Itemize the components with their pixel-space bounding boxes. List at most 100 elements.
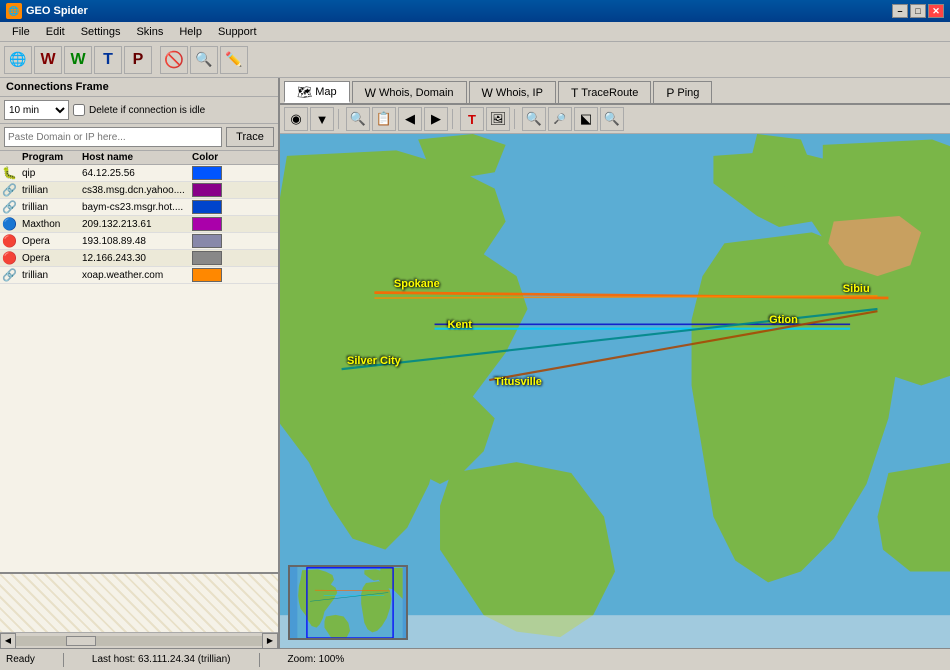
tab-traceroute[interactable]: TTraceRoute (558, 81, 651, 103)
toolbar-p-btn[interactable]: P (124, 46, 152, 74)
map-tool-copy[interactable]: 📋 (372, 107, 396, 131)
conn-host: 193.108.89.48 (82, 236, 192, 247)
map-tool-zoom-out[interactable]: 🔎 (548, 107, 572, 131)
scroll-thumb[interactable] (66, 636, 96, 646)
table-row[interactable]: 🔗trillianxoap.weather.com (0, 267, 278, 284)
col-icon (2, 152, 22, 163)
scroll-left-btn[interactable]: ◀ (0, 633, 16, 649)
conn-color (192, 217, 222, 231)
conn-icon: 🔴 (2, 251, 22, 265)
menu-item-skins[interactable]: Skins (128, 24, 171, 40)
conn-color (192, 166, 222, 180)
menu-bar: FileEditSettingsSkinsHelpSupport (0, 22, 950, 42)
title-bar: 🌐 GEO Spider – □ ✕ (0, 0, 950, 22)
map-toolbar: ◉ ▼ 🔍 📋 ◀ ▶ T 🖼 🔍 🔎 ⬕ 🔍 (280, 105, 950, 134)
map-tool-text[interactable]: T (460, 107, 484, 131)
conn-color (192, 251, 222, 265)
status-last-host: Last host: 63.111.24.34 (trillian) (92, 654, 231, 665)
time-select[interactable]: 10 min 5 min 1 min (4, 100, 69, 120)
map-sep-2 (452, 109, 456, 129)
map-area[interactable]: Spokane Kent Silver City Titusville Gtio… (280, 134, 950, 648)
map-tool-next[interactable]: ▶ (424, 107, 448, 131)
conn-host: xoap.weather.com (82, 270, 192, 281)
conn-icon: 🔗 (2, 268, 22, 282)
menu-item-help[interactable]: Help (171, 24, 210, 40)
conn-icon: 🔗 (2, 200, 22, 214)
conn-icon: 🐛 (2, 166, 22, 180)
conn-color (192, 200, 222, 214)
conn-host: 64.12.25.56 (82, 168, 192, 179)
toolbar-draw-btn[interactable]: ✏️ (220, 46, 248, 74)
conn-controls: 10 min 5 min 1 min Delete if connection … (0, 97, 278, 124)
table-row[interactable]: 🔵Maxthon209.132.213.61 (0, 216, 278, 233)
menu-item-support[interactable]: Support (210, 24, 265, 40)
minimize-button[interactable]: – (892, 4, 908, 18)
map-tool-prev[interactable]: ◀ (398, 107, 422, 131)
right-panel: 🗺MapWWhois, DomainWWhois, IPTTraceRouteP… (280, 78, 950, 648)
tab-label-whois-ip: Whois, IP (496, 87, 543, 99)
conn-program: Maxthon (22, 219, 82, 230)
map-tool-search[interactable]: 🔍 (346, 107, 370, 131)
conn-program: trillian (22, 270, 82, 281)
status-sep-1 (63, 653, 64, 667)
tab-icon-ping: P (666, 86, 674, 100)
menu-item-file[interactable]: File (4, 24, 38, 40)
tab-label-whois-domain: Whois, Domain (379, 87, 454, 99)
scroll-right-btn[interactable]: ▶ (262, 633, 278, 649)
trace-button[interactable]: Trace (226, 127, 274, 147)
toolbar-w1-btn[interactable]: W (34, 46, 62, 74)
maximize-button[interactable]: □ (910, 4, 926, 18)
tab-ping[interactable]: PPing (653, 81, 712, 103)
tab-label-traceroute: TraceRoute (581, 87, 638, 99)
conn-table-header: Program Host name Color (0, 151, 278, 165)
map-sep-3 (514, 109, 518, 129)
status-ready: Ready (6, 654, 35, 665)
table-row[interactable]: 🔗trilliancs38.msg.dcn.yahoo.... (0, 182, 278, 199)
mini-map (288, 565, 408, 640)
tab-whois-domain[interactable]: WWhois, Domain (352, 81, 467, 103)
col-host: Host name (82, 152, 192, 163)
conn-color (192, 234, 222, 248)
conn-host: cs38.msg.dcn.yahoo.... (82, 185, 192, 196)
toolbar-stop-btn[interactable]: 🚫 (160, 46, 188, 74)
conn-table-body: 🐛qip64.12.25.56🔗trilliancs38.msg.dcn.yah… (0, 165, 278, 572)
toolbar: 🌐 W W T P 🚫 🔍 ✏️ (0, 42, 950, 78)
col-program: Program (22, 152, 82, 163)
toolbar-w2-btn[interactable]: W (64, 46, 92, 74)
left-panel: Connections Frame 10 min 5 min 1 min Del… (0, 78, 280, 648)
map-tool-home[interactable]: ◉ (284, 107, 308, 131)
map-tool-select[interactable]: ⬕ (574, 107, 598, 131)
menu-item-edit[interactable]: Edit (38, 24, 73, 40)
map-tool-image[interactable]: 🖼 (486, 107, 510, 131)
tab-icon-map: 🗺 (297, 85, 312, 99)
toolbar-search-btn[interactable]: 🔍 (190, 46, 218, 74)
map-tool-zoom-in[interactable]: 🔍 (522, 107, 546, 131)
map-tool-zoom-area[interactable]: 🔍 (600, 107, 624, 131)
h-scrollbar: ◀ ▶ (0, 632, 278, 648)
table-row[interactable]: 🔗trillianbaym-cs23.msgr.hot.... (0, 199, 278, 216)
conn-host: baym-cs23.msgr.hot.... (82, 202, 192, 213)
table-row[interactable]: 🔴Opera12.166.243.30 (0, 250, 278, 267)
close-button[interactable]: ✕ (928, 4, 944, 18)
title-controls: – □ ✕ (892, 4, 944, 18)
map-tool-dropdown[interactable]: ▼ (310, 107, 334, 131)
conn-program: trillian (22, 202, 82, 213)
tab-label-map: Map (315, 86, 336, 98)
conn-color (192, 268, 222, 282)
table-row[interactable]: 🔴Opera193.108.89.48 (0, 233, 278, 250)
tab-icon-traceroute: T (571, 86, 578, 100)
toolbar-geo-btn[interactable]: 🌐 (4, 46, 32, 74)
col-color: Color (192, 152, 242, 163)
toolbar-t-btn[interactable]: T (94, 46, 122, 74)
menu-item-settings[interactable]: Settings (73, 24, 129, 40)
table-row[interactable]: 🐛qip64.12.25.56 (0, 165, 278, 182)
conn-program: Opera (22, 236, 82, 247)
tabs: 🗺MapWWhois, DomainWWhois, IPTTraceRouteP… (280, 78, 950, 105)
domain-input[interactable] (4, 127, 222, 147)
conn-program: qip (22, 168, 82, 179)
delete-idle-checkbox[interactable] (73, 104, 85, 116)
scroll-track (16, 636, 262, 646)
tab-whois-ip[interactable]: WWhois, IP (469, 81, 556, 103)
tab-map[interactable]: 🗺Map (284, 81, 350, 103)
tab-label-ping: Ping (677, 87, 699, 99)
